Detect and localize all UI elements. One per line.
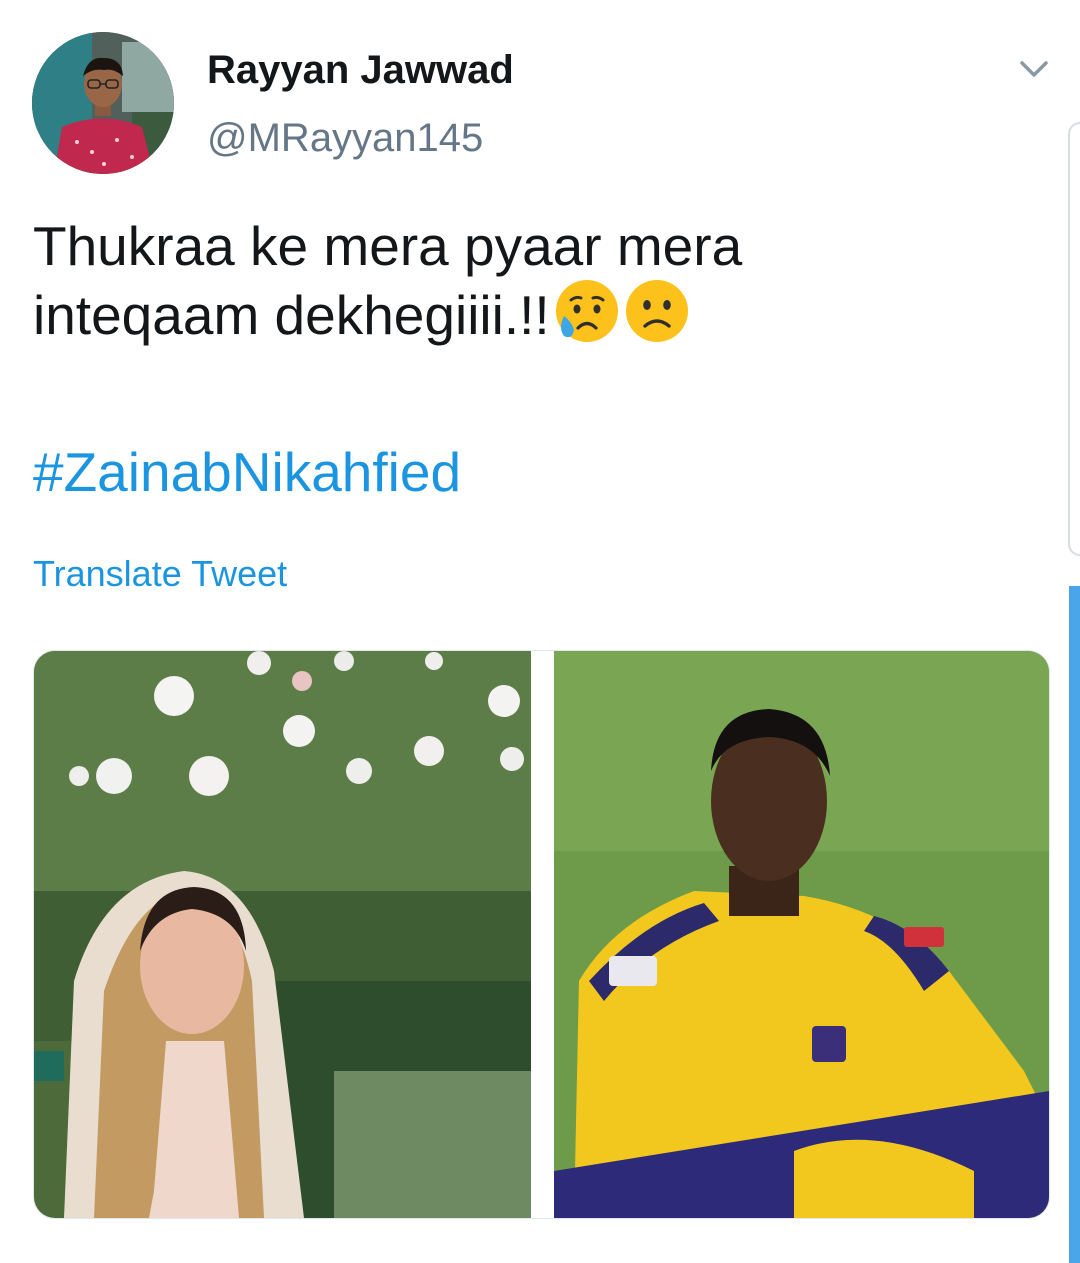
tweet-text: Thukraa ke mera pyaar mera inteqaam dekh… bbox=[33, 214, 1033, 347]
cricketer-photo[interactable] bbox=[554, 651, 1049, 1218]
display-name[interactable]: Rayyan Jawwad bbox=[207, 48, 514, 93]
tweet-text-line: Thukraa ke mera pyaar mera bbox=[33, 215, 743, 277]
side-panel-edge bbox=[1068, 122, 1080, 556]
tweet-page: Rayyan Jawwad @MRayyan145 Thukraa ke mer… bbox=[0, 0, 1080, 1263]
scrollbar-thumb[interactable] bbox=[1069, 586, 1080, 1263]
sad-relieved-face-icon bbox=[555, 280, 618, 342]
chevron-down-icon[interactable] bbox=[1014, 55, 1054, 85]
hashtag-link[interactable]: #ZainabNikahfied bbox=[33, 440, 461, 504]
media-divider bbox=[531, 651, 554, 1218]
translate-tweet-link[interactable]: Translate Tweet bbox=[33, 553, 287, 595]
tweet-text-line: inteqaam dekhegiiii.!! bbox=[33, 284, 550, 346]
tweet-text-line-2: inteqaam dekhegiiii.!! bbox=[33, 278, 1033, 347]
tweet-media[interactable] bbox=[33, 650, 1050, 1219]
avatar[interactable] bbox=[32, 32, 174, 174]
bride-photo[interactable] bbox=[34, 651, 531, 1218]
slightly-frowning-face-icon bbox=[625, 280, 688, 342]
user-handle[interactable]: @MRayyan145 bbox=[207, 116, 483, 161]
